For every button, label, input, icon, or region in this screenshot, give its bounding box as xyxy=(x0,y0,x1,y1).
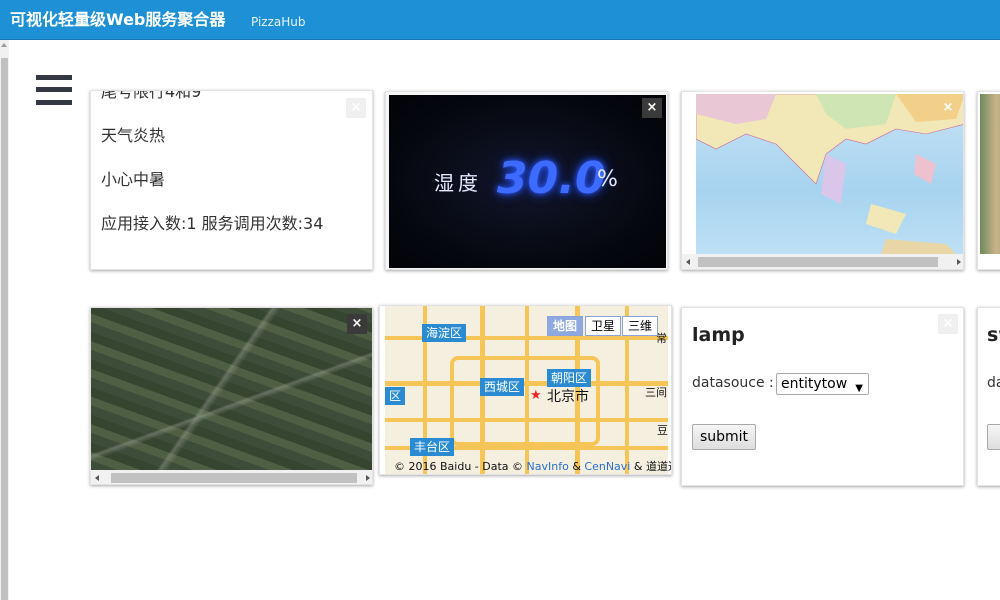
map-copyright: © 2016 Baidu - Data © NavInfo & CenNavi … xyxy=(394,458,671,474)
app-title: 可视化轻量级Web服务聚合器 xyxy=(10,10,226,29)
district-label: 西城区 xyxy=(480,378,525,396)
notice-line: 天气炎热 xyxy=(101,126,166,145)
close-icon[interactable]: × xyxy=(938,314,958,334)
scrollbar-thumb[interactable] xyxy=(1,58,8,600)
district-label: 海淀区 xyxy=(422,324,467,342)
map-horizontal-scrollbar[interactable] xyxy=(682,254,963,269)
cennavi-link[interactable]: CenNavi xyxy=(584,460,630,473)
notice-line: 小心中暑 xyxy=(101,170,166,189)
map-edge-label: 三间 xyxy=(645,386,667,399)
menu-bar xyxy=(36,87,72,92)
map-type-tab-satellite[interactable]: 卫星 xyxy=(585,316,622,336)
datasource-label: datasouce : xyxy=(692,375,774,391)
traffic-map-image[interactable] xyxy=(980,94,1000,254)
humidity-label: 湿度 xyxy=(434,171,482,195)
asia-map-image[interactable] xyxy=(695,93,963,254)
humidity-display-image: 湿度 30.0 % xyxy=(389,95,666,268)
beijing-map-card: 海淀区 西城区 朝阳区 丰台区 区 ★ 北京市 常 三间 豆 地图 卫星 三维 … xyxy=(379,305,672,475)
humidity-value: 30.0 xyxy=(497,153,606,204)
map-type-tab-3d[interactable]: 三维 xyxy=(622,316,659,336)
navinfo-link[interactable]: NavInfo xyxy=(527,460,569,473)
close-icon[interactable]: × xyxy=(347,314,367,334)
district-label: 区 xyxy=(385,387,406,405)
asia-map-card: × xyxy=(681,91,964,270)
copyright-text: & 道道通 xyxy=(633,460,671,473)
dropdown-caret-icon: ▼ xyxy=(855,383,863,394)
notice-text-card: 尾号限行4和9 天气炎热 小心中暑 应用接入数:1 服务调用次数:34 × xyxy=(90,90,373,270)
scroll-left-arrow-icon[interactable] xyxy=(95,475,99,481)
datasource-select[interactable]: entitytow ▼ xyxy=(776,373,869,395)
scrollbar-thumb[interactable] xyxy=(111,473,357,483)
top-bar: 可视化轻量级Web服务聚合器 PizzaHub xyxy=(0,0,1000,40)
satellite-map-card: × xyxy=(90,307,373,485)
submit-button[interactable]: s xyxy=(987,424,1000,450)
scroll-up-arrow-icon[interactable] xyxy=(1,43,7,47)
city-label: 北京市 xyxy=(547,389,589,405)
map-type-tab-map[interactable]: 地图 xyxy=(547,316,584,336)
close-icon[interactable]: × xyxy=(938,98,958,118)
district-label: 朝阳区 xyxy=(547,369,592,387)
submit-button[interactable]: submit xyxy=(692,424,756,450)
lamp-form-card: lamp datasouce : entitytow ▼ submit × xyxy=(681,307,964,486)
humidity-unit: % xyxy=(597,167,618,192)
copyright-text: © 2016 Baidu - Data © xyxy=(394,460,527,473)
menu-bar xyxy=(36,100,72,105)
close-icon[interactable]: × xyxy=(642,98,662,118)
scroll-left-arrow-icon[interactable] xyxy=(686,259,690,265)
scroll-right-arrow-icon[interactable] xyxy=(957,259,961,265)
scrollbar-thumb[interactable] xyxy=(698,257,938,267)
hamburger-menu-icon[interactable] xyxy=(36,75,72,107)
copyright-text: & xyxy=(572,460,581,473)
app-subtitle: PizzaHub xyxy=(251,15,306,29)
datasource-selected-value: entitytow xyxy=(781,376,848,392)
traffic-map-card xyxy=(977,91,1000,270)
map-landmass xyxy=(695,93,963,254)
close-icon[interactable]: × xyxy=(346,98,366,118)
map-edge-label: 豆 xyxy=(657,424,668,437)
satellite-horizontal-scrollbar[interactable] xyxy=(91,470,372,484)
card-title: lamp xyxy=(692,324,745,346)
sw-form-card: sw da s xyxy=(977,307,1000,486)
notice-line: 尾号限行4和9 xyxy=(101,90,202,101)
district-label: 丰台区 xyxy=(410,438,455,456)
page-vertical-scrollbar[interactable] xyxy=(0,40,9,600)
satellite-map-image[interactable] xyxy=(91,308,372,470)
datasource-label: da xyxy=(987,375,1000,391)
card-title: sw xyxy=(987,324,1000,346)
menu-bar xyxy=(36,75,72,80)
humidity-display-card: 湿度 30.0 % × xyxy=(385,91,668,270)
beijing-map[interactable]: 海淀区 西城区 朝阳区 丰台区 区 ★ 北京市 常 三间 豆 地图 卫星 三维 … xyxy=(385,306,671,474)
capital-star-icon: ★ xyxy=(530,388,542,403)
service-stats-text: 应用接入数:1 服务调用次数:34 xyxy=(101,214,324,233)
scroll-right-arrow-icon[interactable] xyxy=(366,475,370,481)
